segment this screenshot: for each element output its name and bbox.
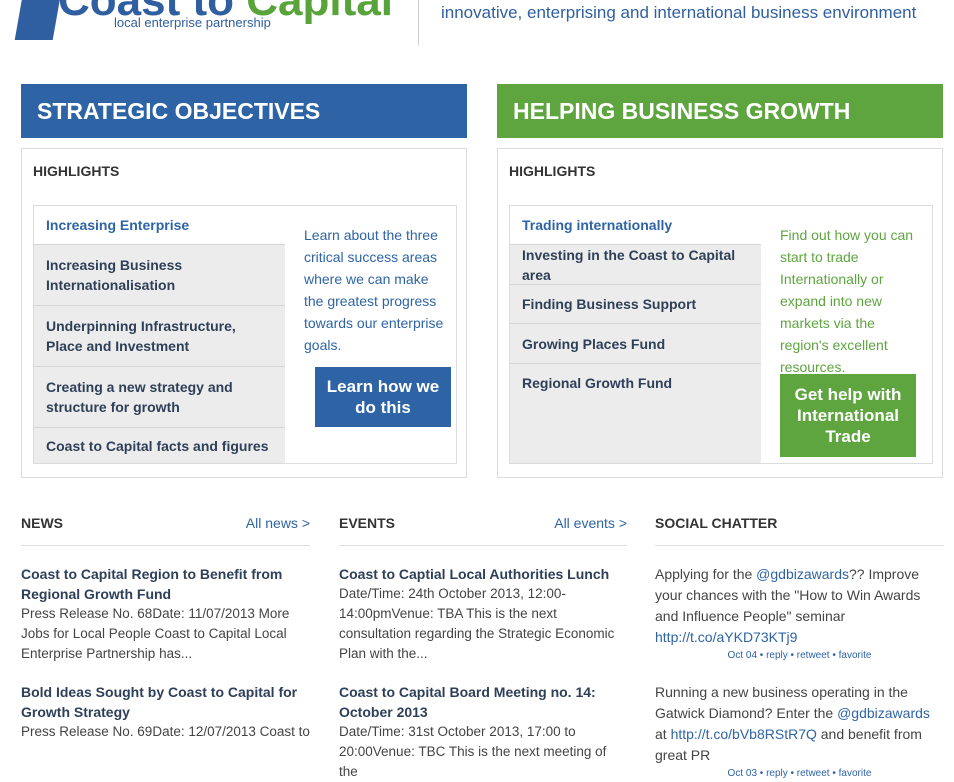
social-header: SOCIAL CHATTER (655, 513, 944, 546)
highlight-item-facts-figures[interactable]: Coast to Capital facts and figures (34, 428, 285, 463)
news-column: NEWS All news > Coast to Capital Region … (21, 513, 310, 742)
all-news-link[interactable]: All news > (246, 515, 310, 531)
highlight-item-trading-internationally[interactable]: Trading internationally (510, 206, 761, 245)
highlight-item-business-support[interactable]: Finding Business Support (510, 285, 761, 324)
news-item-title[interactable]: Coast to Capital Region to Benefit from … (21, 564, 310, 604)
highlights-label: HIGHLIGHTS (33, 163, 120, 179)
tweet-handle-link[interactable]: @gdbizawards (837, 705, 930, 721)
highlights-list: Trading internationally Investing in the… (510, 206, 761, 463)
highlights-box: Trading internationally Investing in the… (509, 205, 933, 464)
highlights-label: HIGHLIGHTS (509, 163, 596, 179)
tweet-text-part: at (655, 726, 671, 742)
highlights-box: Increasing Enterprise Increasing Busines… (33, 205, 457, 464)
site-header: Coast to Capital local enterprise partne… (0, 0, 954, 60)
highlight-item-increasing-enterprise[interactable]: Increasing Enterprise (34, 206, 285, 245)
tweet-url-link[interactable]: http://t.co/aYKD73KTj9 (655, 629, 797, 645)
tweet-actions[interactable]: Oct 04 • reply • retweet • favorite (655, 648, 944, 664)
highlight-description: Learn about the three critical success a… (304, 227, 444, 353)
tweet-url-link[interactable]: http://t.co/bVb8RStR7Q (671, 726, 817, 742)
header-divider (418, 0, 419, 45)
events-title: EVENTS (339, 515, 396, 531)
social-title: SOCIAL CHATTER (655, 515, 778, 531)
news-item-text: Press Release No. 69Date: 12/07/2013 Coa… (21, 724, 310, 739)
news-item: Bold Ideas Sought by Coast to Capital fo… (21, 682, 310, 742)
event-item-title[interactable]: Coast to Captial Local Authorities Lunch (339, 564, 627, 584)
tweet: Running a new business operating in the … (655, 682, 944, 782)
tweet-text: Running a new business operating in the … (655, 682, 944, 766)
learn-how-button[interactable]: Learn how we do this (315, 367, 451, 427)
highlight-item-infrastructure[interactable]: Underpinning Infrastructure, Place and I… (34, 306, 285, 367)
events-header: EVENTS All events > (339, 513, 627, 546)
news-item-title[interactable]: Bold Ideas Sought by Coast to Capital fo… (21, 682, 310, 722)
events-column: EVENTS All events > Coast to Captial Loc… (339, 513, 627, 782)
helping-business-growth-panel: HIGHLIGHTS Trading internationally Inves… (497, 148, 943, 478)
news-item-text: Press Release No. 68Date: 11/07/2013 Mor… (21, 606, 290, 661)
highlight-item-internationalisation[interactable]: Increasing Business Internationalisation (34, 245, 285, 306)
highlight-item-growing-places[interactable]: Growing Places Fund (510, 324, 761, 364)
highlight-item-regional-growth[interactable]: Regional Growth Fund (510, 364, 761, 463)
get-help-button[interactable]: Get help with International Trade (780, 374, 916, 457)
news-title: NEWS (21, 515, 63, 531)
strategic-objectives-panel: HIGHLIGHTS Increasing Enterprise Increas… (21, 148, 467, 478)
tweet-text-part: Applying for the (655, 566, 757, 582)
highlight-description: Find out how you can start to trade Inte… (780, 227, 914, 375)
highlight-item-new-strategy[interactable]: Creating a new strategy and structure fo… (34, 367, 285, 428)
event-item: Coast to Capital Board Meeting no. 14: O… (339, 682, 627, 782)
event-item-title[interactable]: Coast to Capital Board Meeting no. 14: O… (339, 682, 627, 722)
all-events-link[interactable]: All events > (554, 515, 627, 531)
highlights-list: Increasing Enterprise Increasing Busines… (34, 206, 285, 463)
event-item-text: Date/Time: 24th October 2013, 12:00-14:0… (339, 586, 615, 661)
news-header: NEWS All news > (21, 513, 310, 546)
event-item: Coast to Captial Local Authorities Lunch… (339, 564, 627, 664)
event-item-text: Date/Time: 31st October 2013, 17:00 to 2… (339, 724, 607, 779)
tweet: Applying for the @gdbizawards?? Improve … (655, 564, 944, 664)
site-tagline: innovative, enterprising and internation… (441, 3, 917, 22)
logo-subtitle: local enterprise partnership (114, 15, 271, 30)
strategic-objectives-header[interactable]: STRATEGIC OBJECTIVES (21, 84, 467, 138)
news-item: Coast to Capital Region to Benefit from … (21, 564, 310, 664)
helping-business-growth-header[interactable]: HELPING BUSINESS GROWTH (497, 84, 943, 138)
logo-mark-icon[interactable] (14, 0, 64, 40)
social-column: SOCIAL CHATTER Applying for the @gdbizaw… (655, 513, 944, 782)
tweet-actions[interactable]: Oct 03 • reply • retweet • favorite (655, 766, 944, 782)
highlight-item-investing[interactable]: Investing in the Coast to Capital area (510, 245, 761, 285)
tweet-handle-link[interactable]: @gdbizawards (756, 566, 849, 582)
tweet-text: Applying for the @gdbizawards?? Improve … (655, 564, 944, 648)
